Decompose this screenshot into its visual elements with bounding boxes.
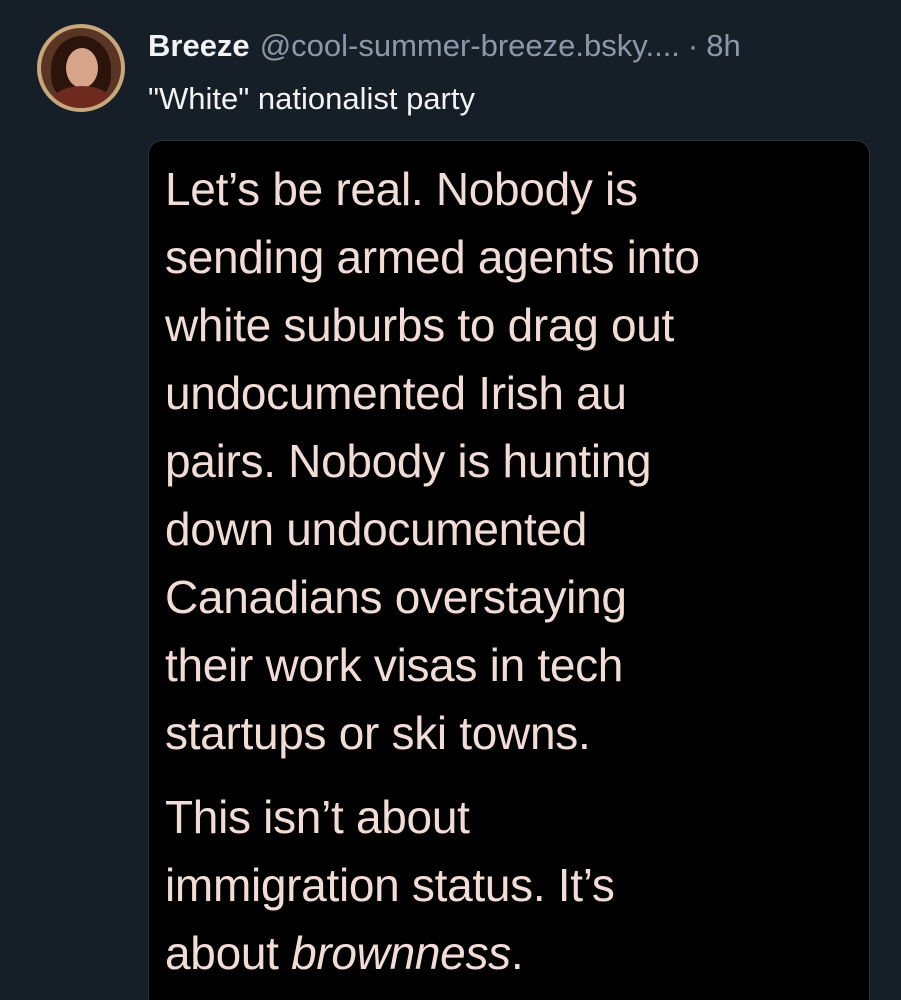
embedded-image[interactable]: Let’s be real. Nobody is sending armed a… — [148, 140, 870, 1000]
author-avatar[interactable] — [37, 24, 125, 112]
avatar-face — [66, 48, 98, 88]
author-handle[interactable]: @cool-summer-breeze.bsky.... — [260, 26, 680, 66]
post-text: "White" nationalist party — [148, 81, 475, 116]
meme-paragraph-2: This isn’t about immigration status. It’… — [165, 783, 865, 987]
post: Breeze @cool-summer-breeze.bsky.... · 8h… — [0, 0, 901, 1000]
meme-paragraph-2-end: . — [510, 927, 524, 979]
author-display-name[interactable]: Breeze — [148, 26, 250, 66]
meme-text: Let’s be real. Nobody is sending armed a… — [165, 155, 865, 987]
post-timestamp[interactable]: 8h — [706, 26, 740, 66]
meme-emphasis-word: brownness — [291, 927, 511, 979]
separator-dot: · — [687, 28, 699, 63]
meme-paragraph-1: Let’s be real. Nobody is sending armed a… — [165, 163, 700, 759]
post-header: Breeze @cool-summer-breeze.bsky.... · 8h — [148, 26, 741, 66]
avatar-photo-icon — [41, 28, 121, 108]
